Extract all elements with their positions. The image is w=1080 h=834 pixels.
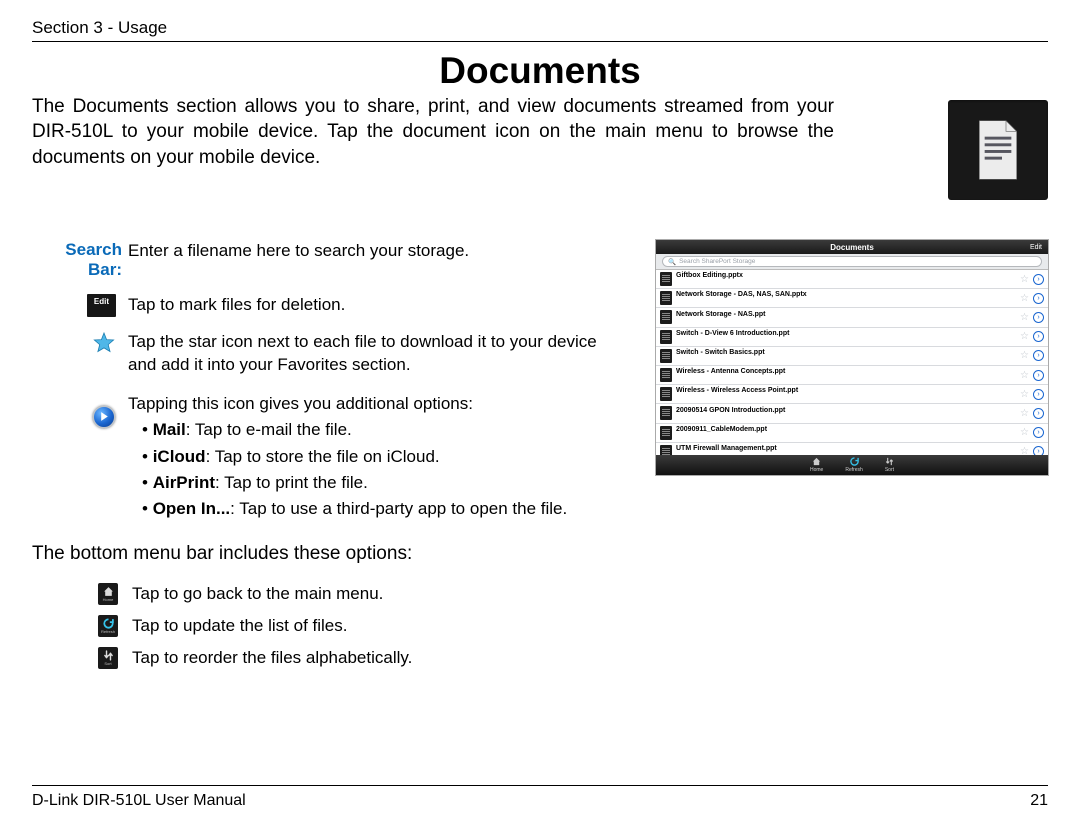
option-openin-text: : Tap to use a third-party app to open t… xyxy=(230,499,567,518)
app-screenshot: Documents Edit 🔍 Search SharePort Storage… xyxy=(656,240,1048,475)
more-options-icon xyxy=(32,391,128,523)
options-intro: Tapping this icon gives you additional o… xyxy=(128,391,626,417)
mock-edit: Edit xyxy=(1030,244,1042,251)
searchbar-label: Search Bar: xyxy=(32,240,128,280)
mock-title: Documents xyxy=(830,243,874,252)
home-text: Tap to go back to the main menu. xyxy=(132,584,383,604)
intro-paragraph: The Documents section allows you to shar… xyxy=(32,94,838,170)
refresh-text: Tap to update the list of files. xyxy=(132,616,347,636)
option-mail-text: : Tap to e-mail the file. xyxy=(186,420,352,439)
star-icon xyxy=(32,331,128,377)
sort-icon: Sort xyxy=(98,647,118,669)
sort-text: Tap to reorder the files alphabetically. xyxy=(132,648,412,668)
option-icloud-text: : Tap to store the file on iCloud. xyxy=(206,447,440,466)
mock-row: 20090514 GPON Introduction.ppt ☆› xyxy=(656,404,1048,423)
document-icon xyxy=(969,118,1027,182)
mock-row: 20090911_CableModem.ppt ☆› xyxy=(656,424,1048,443)
option-airprint-text: : Tap to print the file. xyxy=(215,473,368,492)
documents-tile-icon xyxy=(948,100,1048,200)
bottom-menu-note: The bottom menu bar includes these optio… xyxy=(32,543,1048,565)
home-icon: Home xyxy=(98,583,118,605)
edit-button-text: Tap to mark files for deletion. xyxy=(128,294,626,317)
mock-row: Wireless - Wireless Access Point.ppt ☆› xyxy=(656,385,1048,404)
option-airprint-label: AirPrint xyxy=(153,473,215,492)
mock-row: Switch - Switch Basics.ppt ☆› xyxy=(656,347,1048,366)
searchbar-text: Enter a filename here to search your sto… xyxy=(128,240,626,280)
option-icloud-label: iCloud xyxy=(153,447,206,466)
star-text: Tap the star icon next to each file to d… xyxy=(128,331,626,377)
mock-row: Network Storage - DAS, NAS, SAN.pptx ☆› xyxy=(656,289,1048,308)
footer-left: D-Link DIR-510L User Manual xyxy=(32,792,246,810)
mock-search: 🔍 Search SharePort Storage xyxy=(662,256,1042,267)
edit-button-icon: Edit xyxy=(87,294,116,317)
section-header: Section 3 - Usage xyxy=(32,18,1048,42)
mock-bottom-bar: Home Refresh Sort xyxy=(656,455,1048,475)
footer-page: 21 xyxy=(1030,792,1048,810)
mock-row: Giftbox Editing.pptx ☆› xyxy=(656,270,1048,289)
mock-row: Switch - D-View 6 Introduction.ppt ☆› xyxy=(656,328,1048,347)
mock-row: UTM Firewall Management.ppt ☆› xyxy=(656,443,1048,455)
refresh-icon: Refresh xyxy=(98,615,118,637)
option-mail-label: Mail xyxy=(153,420,186,439)
option-openin-label: Open In... xyxy=(153,499,230,518)
mock-row: Wireless - Antenna Concepts.ppt ☆› xyxy=(656,366,1048,385)
mock-row: Network Storage - NAS.ppt ☆› xyxy=(656,308,1048,327)
page-title: Documents xyxy=(32,50,1048,92)
